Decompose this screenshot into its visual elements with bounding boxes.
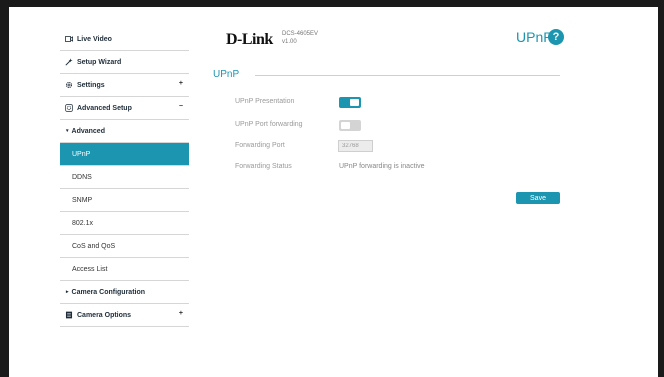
sidebar-item-snmp[interactable]: SNMP [60,189,189,212]
sidebar-item-label: 802.1x [72,219,94,227]
upnp-port-forwarding-label: UPnP Port forwarding [235,121,303,128]
toggle-knob [350,99,359,106]
sidebar-item-settings[interactable]: Settings + [60,74,189,97]
app-frame: Live Video Setup Wizard Settings + Advan… [0,0,664,377]
help-icon[interactable]: ? [548,29,564,45]
sidebar-item-advanced-setup[interactable]: Advanced Setup − [60,97,189,120]
wand-icon [64,58,73,67]
section-title: UPnP [213,69,240,80]
sidebar-item-label: Advanced [71,127,105,135]
sidebar-item-camera-options[interactable]: Camera Options + [60,304,189,327]
upnp-presentation-toggle[interactable] [339,97,361,108]
sidebar-item-label: Camera Configuration [71,288,146,296]
sidebar-item-label: CoS and QoS [72,242,116,250]
firmware-version: v1.00 [282,39,297,45]
sidebar-item-label: UPnP [72,150,91,158]
sidebar-item-cos-qos[interactable]: CoS and QoS [60,235,189,258]
sidebar-item-label: SNMP [72,196,93,204]
sidebar-item-advanced[interactable]: ▾ Advanced [60,120,189,143]
forwarding-port-input[interactable] [338,140,373,152]
document-icon [64,311,73,320]
upnp-port-forwarding-toggle[interactable] [339,120,361,131]
sidebar-item-label: Live Video [77,35,112,43]
model-info: DCS-4605EV v1.00 [282,30,318,46]
sidebar-item-label: DDNS [72,173,92,181]
sidebar-item-setup-wizard[interactable]: Setup Wizard [60,51,189,74]
expand-icon[interactable]: + [179,310,183,317]
caret-right-icon: ▸ [66,289,69,295]
advanced-gear-icon [64,104,73,113]
sidebar-item-label: Setup Wizard [77,58,122,66]
sidebar-item-upnp[interactable]: UPnP [60,143,189,166]
gear-icon [64,81,73,90]
forwarding-status-label: Forwarding Status [235,163,292,170]
sidebar-item-live-video[interactable]: Live Video [60,28,189,51]
expand-icon[interactable]: + [179,80,183,87]
sidebar-item-camera-configuration[interactable]: ▸ Camera Configuration [60,281,189,304]
sidebar-item-label: Access List [72,265,108,273]
caret-down-icon: ▾ [66,128,69,134]
save-button[interactable]: Save [516,192,560,204]
video-icon [64,35,73,44]
forwarding-status-value: UPnP forwarding is inactive [339,163,425,170]
toggle-knob [341,122,350,129]
dlink-logo: D-Link [226,31,273,48]
sidebar-item-label: Camera Options [77,311,132,319]
sidebar-item-label: Settings [77,81,105,89]
sidebar-item-ddns[interactable]: DDNS [60,166,189,189]
sidebar-item-label: Advanced Setup [77,104,132,112]
sidebar: Live Video Setup Wizard Settings + Advan… [60,28,189,327]
sidebar-item-802-1x[interactable]: 802.1x [60,212,189,235]
section-divider [255,75,560,76]
collapse-icon[interactable]: − [179,103,183,110]
sidebar-item-access-list[interactable]: Access List [60,258,189,281]
model-name: DCS-4605EV [282,31,319,37]
upnp-presentation-label: UPnP Presentation [235,98,295,105]
forwarding-port-label: Forwarding Port [235,142,285,149]
